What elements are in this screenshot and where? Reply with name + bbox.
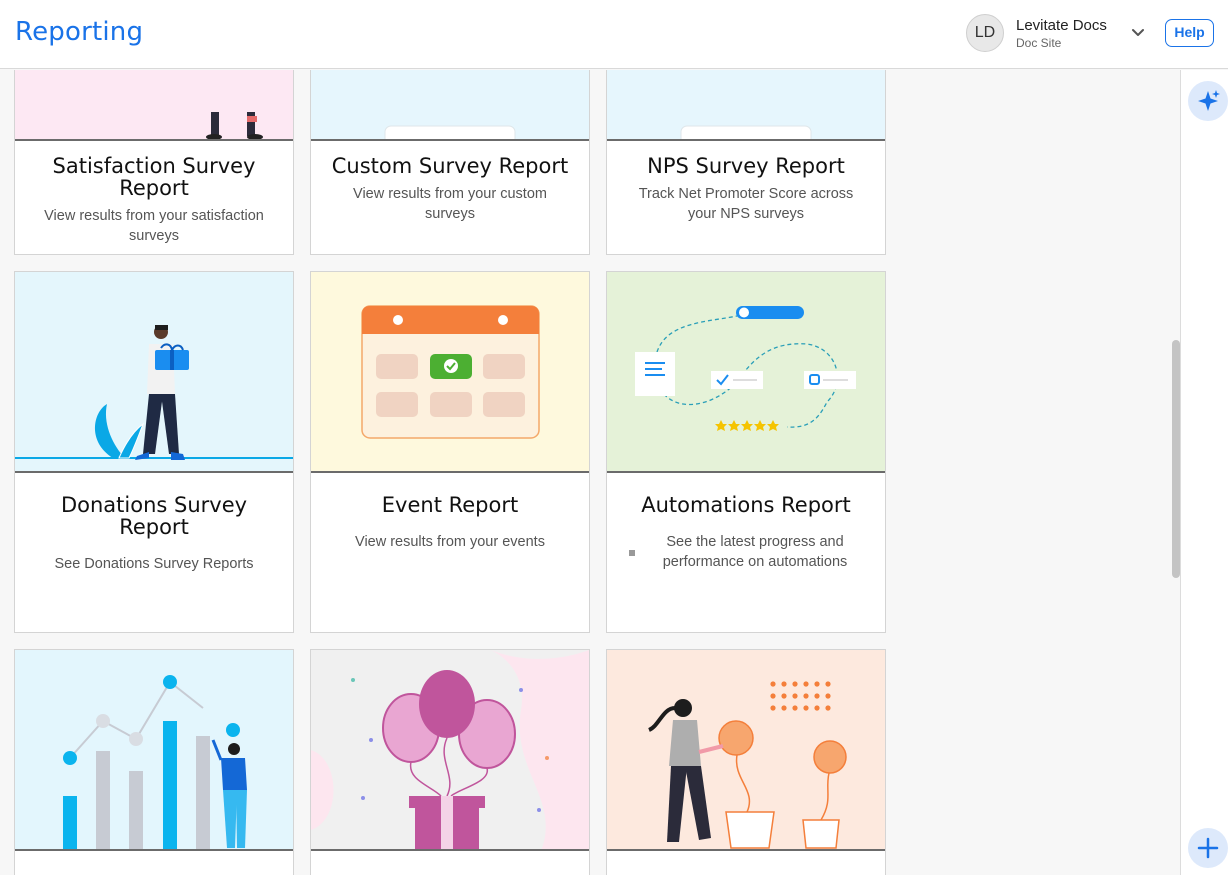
report-card-row3-2[interactable] — [310, 649, 590, 875]
card-description: View results from your custom surveys — [353, 186, 547, 222]
report-card-event[interactable]: Event Report View results from your even… — [310, 271, 590, 633]
card-title: Custom Survey Report — [331, 154, 569, 178]
balloons-gift-illustration — [311, 650, 589, 851]
help-button[interactable]: Help — [1165, 19, 1214, 47]
card-title: Satisfaction Survey Report — [52, 154, 256, 200]
card-description: View results from your events — [355, 534, 545, 550]
account-name: Levitate Docs — [1016, 17, 1107, 34]
event-calendar-illustration — [311, 272, 589, 473]
card-title: Donations Survey Report — [60, 493, 248, 539]
account-menu[interactable]: LD Levitate Docs Doc Site — [966, 14, 1151, 52]
scrollbar-thumb[interactable] — [1172, 340, 1180, 578]
nps-survey-illustration — [607, 70, 885, 141]
report-card-automations[interactable]: Automations Report See the latest progre… — [606, 271, 886, 633]
donations-illustration — [15, 272, 293, 473]
automations-illustration — [607, 272, 885, 473]
card-description: See the latest progress and performance … — [662, 534, 848, 570]
report-grid: Satisfaction Survey Report View results … — [0, 70, 1180, 875]
satisfaction-illustration — [15, 70, 293, 141]
card-title: Automations Report — [641, 493, 851, 517]
add-button[interactable] — [1188, 828, 1228, 868]
card-title: NPS Survey Report — [647, 154, 845, 178]
card-title: Event Report — [381, 493, 519, 517]
report-card-donations-survey[interactable]: Donations Survey Report See Donations Su… — [14, 271, 294, 633]
card-description: See Donations Survey Reports — [54, 556, 254, 572]
bullet-marker — [629, 550, 635, 556]
top-bar: Reporting LD Levitate Docs Doc Site Help — [0, 0, 1228, 69]
account-site: Doc Site — [1016, 36, 1062, 50]
chevron-down-icon — [1132, 29, 1144, 36]
sparkle-icon — [1198, 90, 1220, 111]
avatar: LD — [966, 14, 1004, 52]
right-rail — [1180, 70, 1228, 875]
report-card-satisfaction-survey[interactable]: Satisfaction Survey Report View results … — [14, 70, 294, 255]
report-card-row3-3[interactable] — [606, 649, 886, 875]
report-card-row3-1[interactable] — [14, 649, 294, 875]
ai-assistant-button[interactable] — [1188, 81, 1228, 121]
report-card-nps-survey[interactable]: NPS Survey Report Track Net Promoter Sco… — [606, 70, 886, 255]
bar-chart-illustration — [15, 650, 293, 851]
card-description: Track Net Promoter Score across your NPS… — [638, 186, 854, 222]
growth-plants-illustration — [607, 650, 885, 851]
custom-survey-illustration — [311, 70, 589, 141]
page-title: Reporting — [15, 17, 144, 47]
report-card-custom-survey[interactable]: Custom Survey Report View results from y… — [310, 70, 590, 255]
plus-icon — [1197, 837, 1219, 859]
card-description: View results from your satisfaction surv… — [44, 208, 264, 244]
